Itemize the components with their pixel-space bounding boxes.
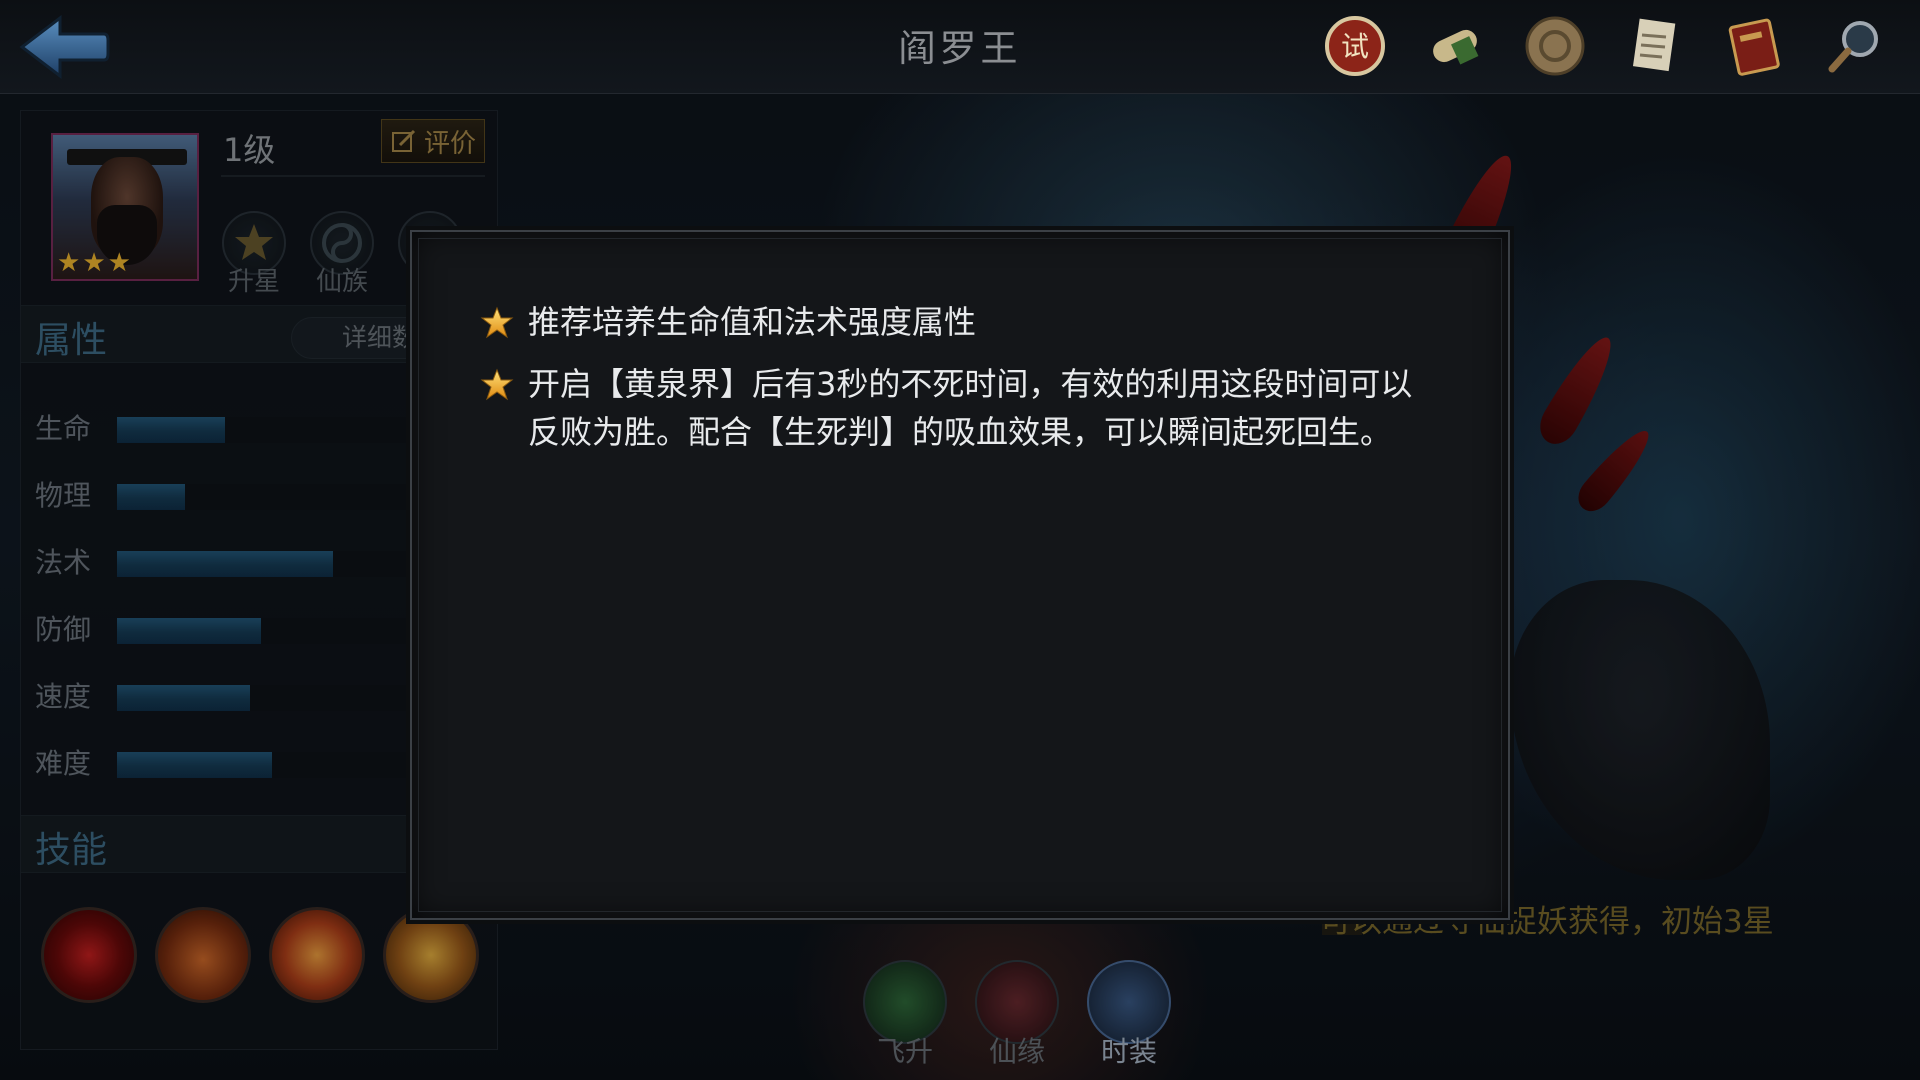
scroll-icon — [1433, 29, 1479, 65]
hero-tips-dialog: 推荐培养生命值和法术强度属性 开启【黄泉界】后有3秒的不死时间，有效的利用这段时… — [410, 230, 1510, 920]
scroll-button[interactable] — [1420, 8, 1490, 84]
svg-text:试: 试 — [1341, 30, 1369, 63]
trial-seal-icon: 试 — [1325, 16, 1385, 76]
trial-seal-button[interactable]: 试 — [1320, 8, 1390, 84]
magnifier-button[interactable] — [1820, 8, 1890, 84]
tip-item: 推荐培养生命值和法术强度属性 — [480, 298, 1440, 346]
document-button[interactable] — [1620, 8, 1690, 84]
star-bullet-icon — [480, 368, 514, 401]
tip-item: 开启【黄泉界】后有3秒的不死时间，有效的利用这段时间可以反败为胜。配合【生死判】… — [480, 360, 1440, 456]
top-bar: 阎罗王 试 — [0, 0, 1920, 94]
book-button[interactable] — [1720, 8, 1790, 84]
tip-text: 开启【黄泉界】后有3秒的不死时间，有效的利用这段时间可以反败为胜。配合【生死判】… — [528, 365, 1413, 451]
star-bullet-icon — [480, 306, 514, 339]
magnifier-icon — [1828, 21, 1878, 73]
tip-text: 推荐培养生命值和法术强度属性 — [528, 303, 977, 341]
document-icon — [1632, 18, 1676, 72]
top-icon-bar: 试 — [1320, 8, 1890, 88]
book-icon — [1728, 18, 1780, 76]
medallion-icon — [1525, 16, 1585, 76]
medallion-button[interactable] — [1520, 8, 1590, 84]
